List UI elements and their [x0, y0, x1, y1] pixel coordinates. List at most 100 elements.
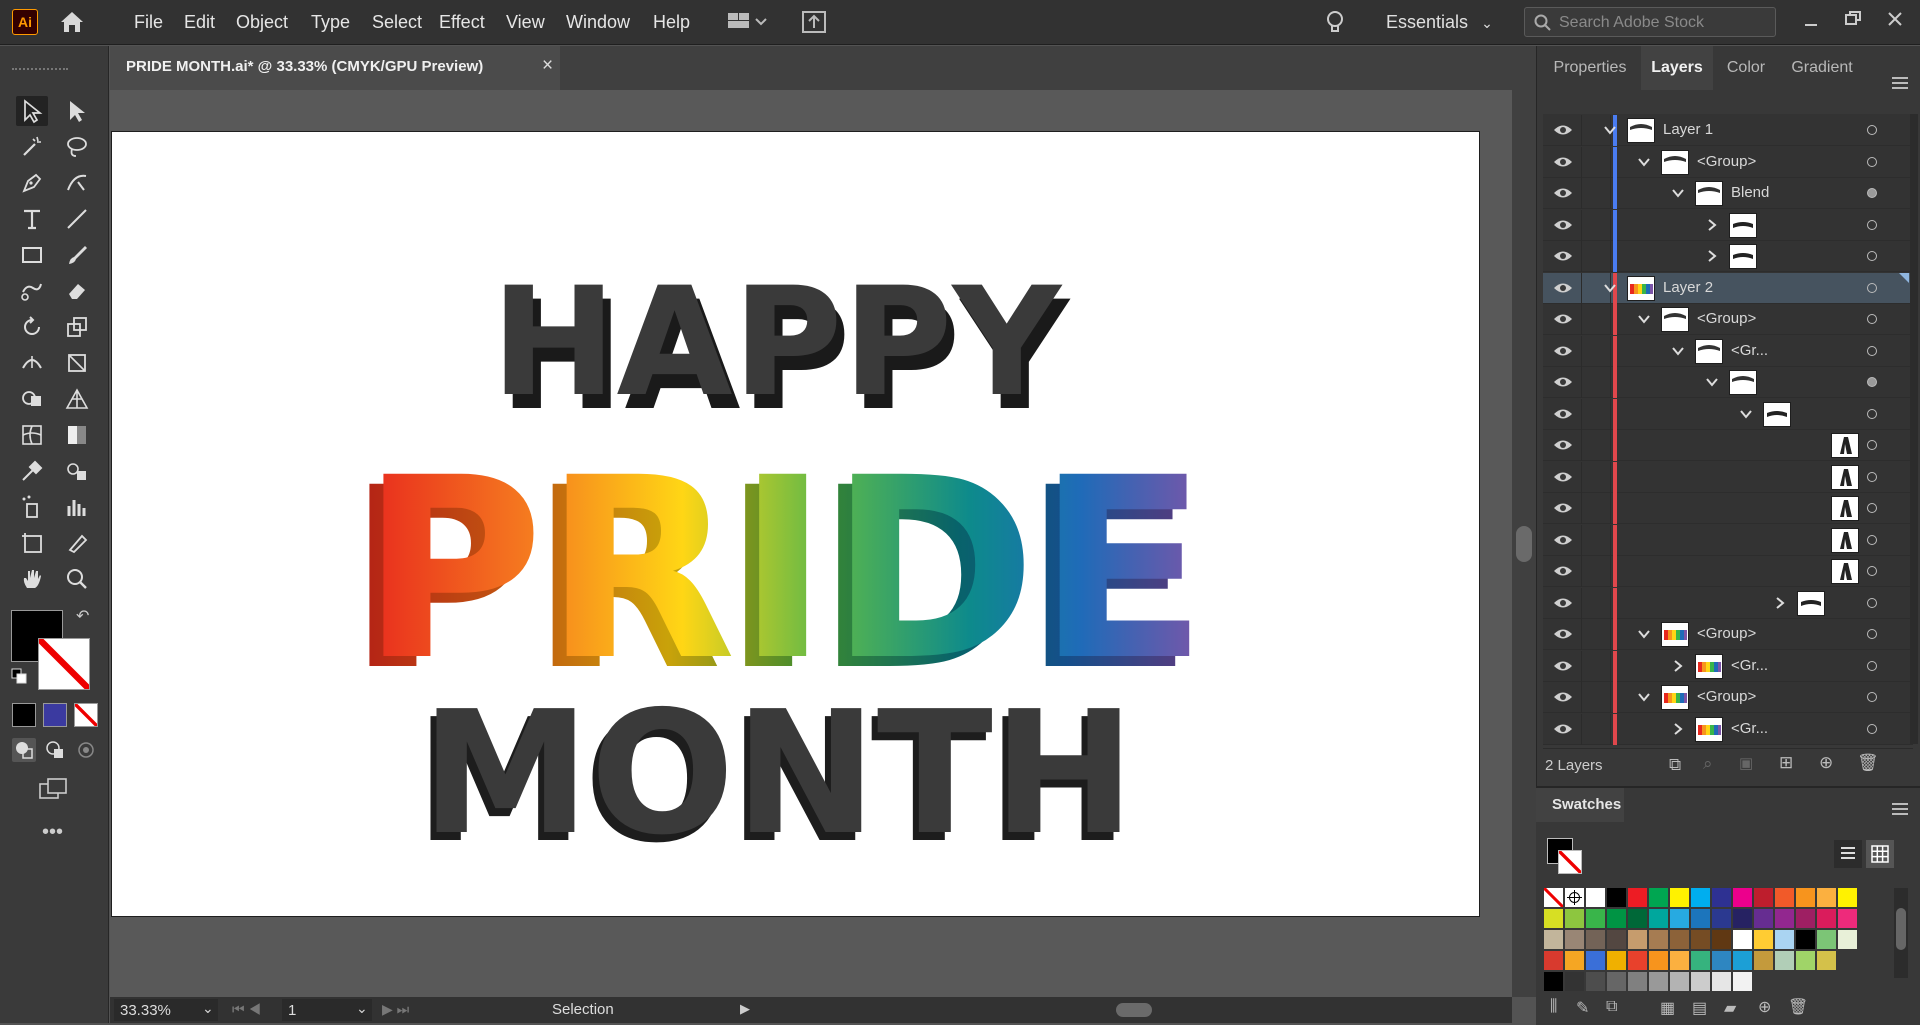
eye-icon[interactable] — [1553, 186, 1573, 200]
layer-row[interactable] — [1543, 398, 1913, 430]
type-tool-icon[interactable] — [16, 204, 48, 234]
target-icon[interactable] — [1867, 471, 1877, 482]
lock-toggle[interactable] — [1581, 335, 1611, 367]
swap-fill-stroke-icon[interactable]: ↶ — [76, 606, 94, 625]
layer-row[interactable] — [1543, 461, 1913, 493]
layer-row[interactable] — [1543, 556, 1913, 587]
target-icon[interactable] — [1867, 660, 1877, 671]
scale-tool-icon[interactable] — [61, 312, 93, 342]
draw-behind-icon[interactable] — [43, 738, 67, 762]
gradient-tool-icon[interactable] — [61, 420, 93, 450]
color-swatch[interactable] — [1817, 888, 1836, 907]
default-fill-stroke-icon[interactable] — [11, 668, 27, 684]
color-swatch[interactable] — [1565, 951, 1584, 970]
color-swatch[interactable] — [1565, 909, 1584, 928]
target-icon[interactable] — [1867, 377, 1877, 387]
pen-tool-icon[interactable] — [16, 168, 48, 198]
blend-tool-icon[interactable] — [61, 456, 93, 486]
color-swatch[interactable] — [1544, 951, 1563, 970]
lock-toggle[interactable] — [1581, 304, 1611, 335]
color-swatch[interactable] — [1670, 930, 1689, 949]
scrollbar-thumb[interactable] — [1116, 1003, 1152, 1017]
zoom-tool-icon[interactable] — [61, 564, 93, 594]
folder-icon[interactable]: ▰ — [1724, 998, 1736, 1018]
color-swatch[interactable] — [1796, 909, 1815, 928]
eye-icon[interactable] — [1553, 123, 1573, 137]
tab-properties[interactable]: Properties — [1544, 46, 1636, 90]
new-color-group-icon[interactable]: ▤ — [1692, 998, 1707, 1018]
color-swatch[interactable] — [1586, 951, 1605, 970]
chevron-right-icon[interactable] — [1705, 249, 1719, 263]
layers-scrollbar[interactable] — [1910, 114, 1918, 744]
color-swatch[interactable] — [1712, 951, 1731, 970]
shaper-tool-icon[interactable] — [16, 276, 48, 306]
lock-toggle[interactable] — [1581, 650, 1611, 682]
search-stock-input[interactable]: Search Adobe Stock — [1524, 7, 1776, 37]
tab-color[interactable]: Color — [1714, 46, 1778, 90]
layer-row[interactable] — [1543, 524, 1913, 556]
document-tab[interactable]: PRIDE MONTH.ai* @ 33.33% (CMYK/GPU Previ… — [110, 46, 560, 90]
restore-button[interactable] — [1842, 8, 1864, 30]
close-tab-icon[interactable]: × — [542, 55, 553, 77]
lock-toggle[interactable] — [1581, 461, 1611, 493]
color-group-icon[interactable]: ▦ — [1660, 998, 1675, 1018]
color-swatch[interactable] — [1670, 972, 1689, 991]
layer-row[interactable]: <Gr... — [1543, 713, 1913, 745]
layer-row[interactable] — [1543, 493, 1913, 524]
color-swatch[interactable] — [1754, 909, 1773, 928]
slice-tool-icon[interactable] — [61, 528, 93, 558]
delete-layer-icon[interactable]: 🗑 — [1857, 753, 1879, 773]
target-icon[interactable] — [1867, 219, 1877, 230]
width-tool-icon[interactable] — [16, 348, 48, 378]
color-swatch[interactable] — [1754, 951, 1773, 970]
arrange-documents-icon[interactable] — [726, 10, 774, 34]
color-swatch[interactable] — [1796, 888, 1815, 907]
layer-row[interactable] — [1543, 241, 1913, 272]
color-swatch[interactable] — [1775, 909, 1794, 928]
menu-view[interactable]: View — [506, 0, 545, 44]
color-swatch[interactable] — [1691, 972, 1710, 991]
scrollbar-thumb[interactable] — [1516, 526, 1532, 562]
color-swatch[interactable] — [1628, 951, 1647, 970]
draw-inside-icon[interactable] — [74, 738, 98, 762]
color-swatch[interactable] — [1586, 972, 1605, 991]
color-swatch[interactable] — [1838, 888, 1857, 907]
swatches-scrollbar[interactable] — [1894, 888, 1908, 978]
color-swatch[interactable] — [1628, 930, 1647, 949]
lock-toggle[interactable] — [1581, 493, 1611, 524]
lock-toggle[interactable] — [1581, 713, 1611, 745]
lock-toggle[interactable] — [1581, 587, 1611, 619]
swatches-tab[interactable]: Swatches — [1536, 788, 1624, 822]
menu-type[interactable]: Type — [311, 0, 350, 44]
color-swatch[interactable] — [1565, 972, 1584, 991]
color-swatch[interactable] — [1796, 951, 1815, 970]
panel-menu-icon[interactable] — [1892, 76, 1908, 89]
color-swatch[interactable] — [1649, 930, 1668, 949]
target-icon[interactable] — [1867, 251, 1877, 261]
chevron-down-icon[interactable] — [1705, 375, 1719, 389]
color-swatch[interactable] — [1733, 909, 1752, 928]
target-icon[interactable] — [1867, 566, 1877, 576]
layer-row[interactable] — [1543, 209, 1913, 241]
layer-row[interactable] — [1543, 430, 1913, 461]
gradient-mode-icon[interactable] — [43, 703, 67, 727]
first-artboard-icon[interactable]: ⏮ ◀ — [232, 1001, 261, 1018]
color-swatch[interactable] — [1670, 888, 1689, 907]
color-swatch[interactable] — [1817, 951, 1836, 970]
lock-toggle[interactable] — [1581, 556, 1611, 587]
color-swatch[interactable] — [1586, 909, 1605, 928]
color-swatch[interactable] — [1670, 909, 1689, 928]
minimize-button[interactable] — [1800, 10, 1822, 32]
lock-toggle[interactable] — [1581, 619, 1611, 650]
menu-window[interactable]: Window — [566, 0, 630, 44]
shape-builder-tool-icon[interactable] — [16, 384, 48, 414]
target-icon[interactable] — [1867, 440, 1877, 450]
lock-toggle[interactable] — [1581, 146, 1611, 178]
target-icon[interactable] — [1867, 692, 1877, 702]
layer-row[interactable]: <Group> — [1543, 146, 1913, 178]
color-swatch[interactable] — [1670, 951, 1689, 970]
tab-gradient[interactable]: Gradient — [1780, 46, 1864, 90]
target-icon[interactable] — [1867, 282, 1877, 293]
color-swatch[interactable] — [1628, 909, 1647, 928]
column-graph-tool-icon[interactable] — [61, 492, 93, 522]
